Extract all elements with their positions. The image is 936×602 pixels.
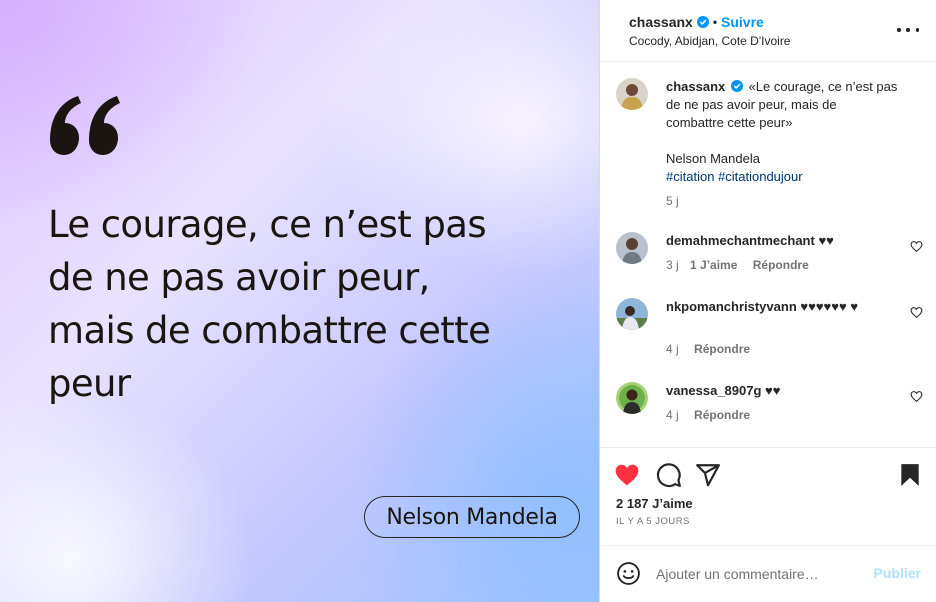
comment-username[interactable]: nkpomanchristyvann: [666, 299, 797, 314]
comment-text: ♥♥: [818, 233, 834, 248]
quote-line: de ne pas avoir peur,: [48, 256, 430, 299]
header-user-row: chassanx • Suivre: [629, 14, 764, 30]
quote-text: Le courage, ce n’est pas de ne pas avoir…: [48, 198, 568, 410]
comment-input[interactable]: [656, 563, 856, 585]
add-comment-bar: Publier: [600, 546, 936, 602]
comment-body: demahmechantmechant ♥♥: [666, 232, 896, 250]
avatar[interactable]: [616, 382, 648, 414]
heart-outline-icon[interactable]: [910, 306, 923, 319]
emoji-icon[interactable]: [616, 561, 641, 586]
header-username[interactable]: chassanx: [629, 14, 693, 30]
comment-icon[interactable]: [656, 462, 682, 488]
avatar[interactable]: [616, 298, 648, 330]
post-caption: chassanx «Le courage, ce n’est pas de ne…: [666, 78, 916, 210]
post-actions: 2 187 J’aime IL Y A 5 JOURS: [600, 447, 936, 546]
comment-text: ♥♥♥♥♥♥ ♥: [800, 299, 859, 314]
comment-meta: 3 j 1 J’aime Répondre: [666, 258, 809, 272]
comment-text: ♥♥: [765, 383, 781, 398]
caption-time: 5 j: [666, 194, 679, 208]
post-timestamp: IL Y A 5 JOURS: [616, 516, 690, 527]
verified-badge-icon: [696, 16, 709, 28]
publish-button[interactable]: Publier: [874, 565, 921, 581]
quote-line: Le courage, ce n’est pas: [48, 203, 487, 246]
share-icon[interactable]: [695, 462, 721, 488]
comments-section[interactable]: chassanx «Le courage, ce n’est pas de ne…: [600, 62, 936, 447]
heart-outline-icon[interactable]: [910, 240, 923, 253]
comment-time: 3 j: [666, 258, 679, 272]
post-image[interactable]: Le courage, ce n’est pas de ne pas avoir…: [0, 0, 599, 602]
caption-text-line: combattre cette peur»: [666, 115, 793, 130]
caption-text-line: de ne pas avoir peur, mais de: [666, 97, 837, 112]
caption-text-line: «Le courage, ce n’est pas: [748, 79, 898, 94]
comment-meta: 4 j Répondre: [666, 342, 750, 356]
comment-likes[interactable]: 1 J’aime: [690, 258, 737, 272]
quote-line: peur: [48, 362, 131, 405]
left-double-quote-icon: [50, 96, 120, 155]
heart-filled-icon[interactable]: [614, 462, 640, 488]
comment-body: nkpomanchristyvann ♥♥♥♥♥♥ ♥: [666, 298, 896, 316]
follow-button[interactable]: Suivre: [721, 14, 764, 30]
likes-count[interactable]: 2 187 J’aime: [616, 496, 693, 511]
caption-author: Nelson Mandela: [666, 151, 760, 166]
comment-meta: 4 j Répondre: [666, 408, 750, 422]
comment-time: 4 j: [666, 342, 679, 356]
caption-hashtags[interactable]: #citation #citationdujour: [666, 168, 916, 186]
reply-button[interactable]: Répondre: [753, 258, 809, 272]
author-pill: Nelson Mandela: [364, 496, 580, 538]
comment-body: vanessa_8907g ♥♥: [666, 382, 896, 400]
caption-username[interactable]: chassanx: [666, 79, 725, 94]
quote-line: mais de combattre cette: [48, 309, 491, 352]
separator-dot: •: [712, 15, 718, 29]
location-link[interactable]: Cocody, Abidjan, Cote D'Ivoire: [629, 34, 790, 48]
reply-button[interactable]: Répondre: [694, 342, 750, 356]
comment-username[interactable]: demahmechantmechant: [666, 233, 815, 248]
more-options-icon[interactable]: [897, 20, 919, 40]
reply-button[interactable]: Répondre: [694, 408, 750, 422]
verified-badge-icon: [730, 80, 743, 92]
bookmark-filled-icon[interactable]: [897, 462, 923, 488]
avatar[interactable]: [616, 78, 648, 110]
comment-username[interactable]: vanessa_8907g: [666, 383, 761, 398]
post-header: chassanx • Suivre Cocody, Abidjan, Cote …: [600, 0, 936, 62]
avatar[interactable]: [616, 232, 648, 264]
heart-outline-icon[interactable]: [910, 390, 923, 403]
comment-time: 4 j: [666, 408, 679, 422]
post-sidebar: chassanx • Suivre Cocody, Abidjan, Cote …: [599, 0, 936, 602]
